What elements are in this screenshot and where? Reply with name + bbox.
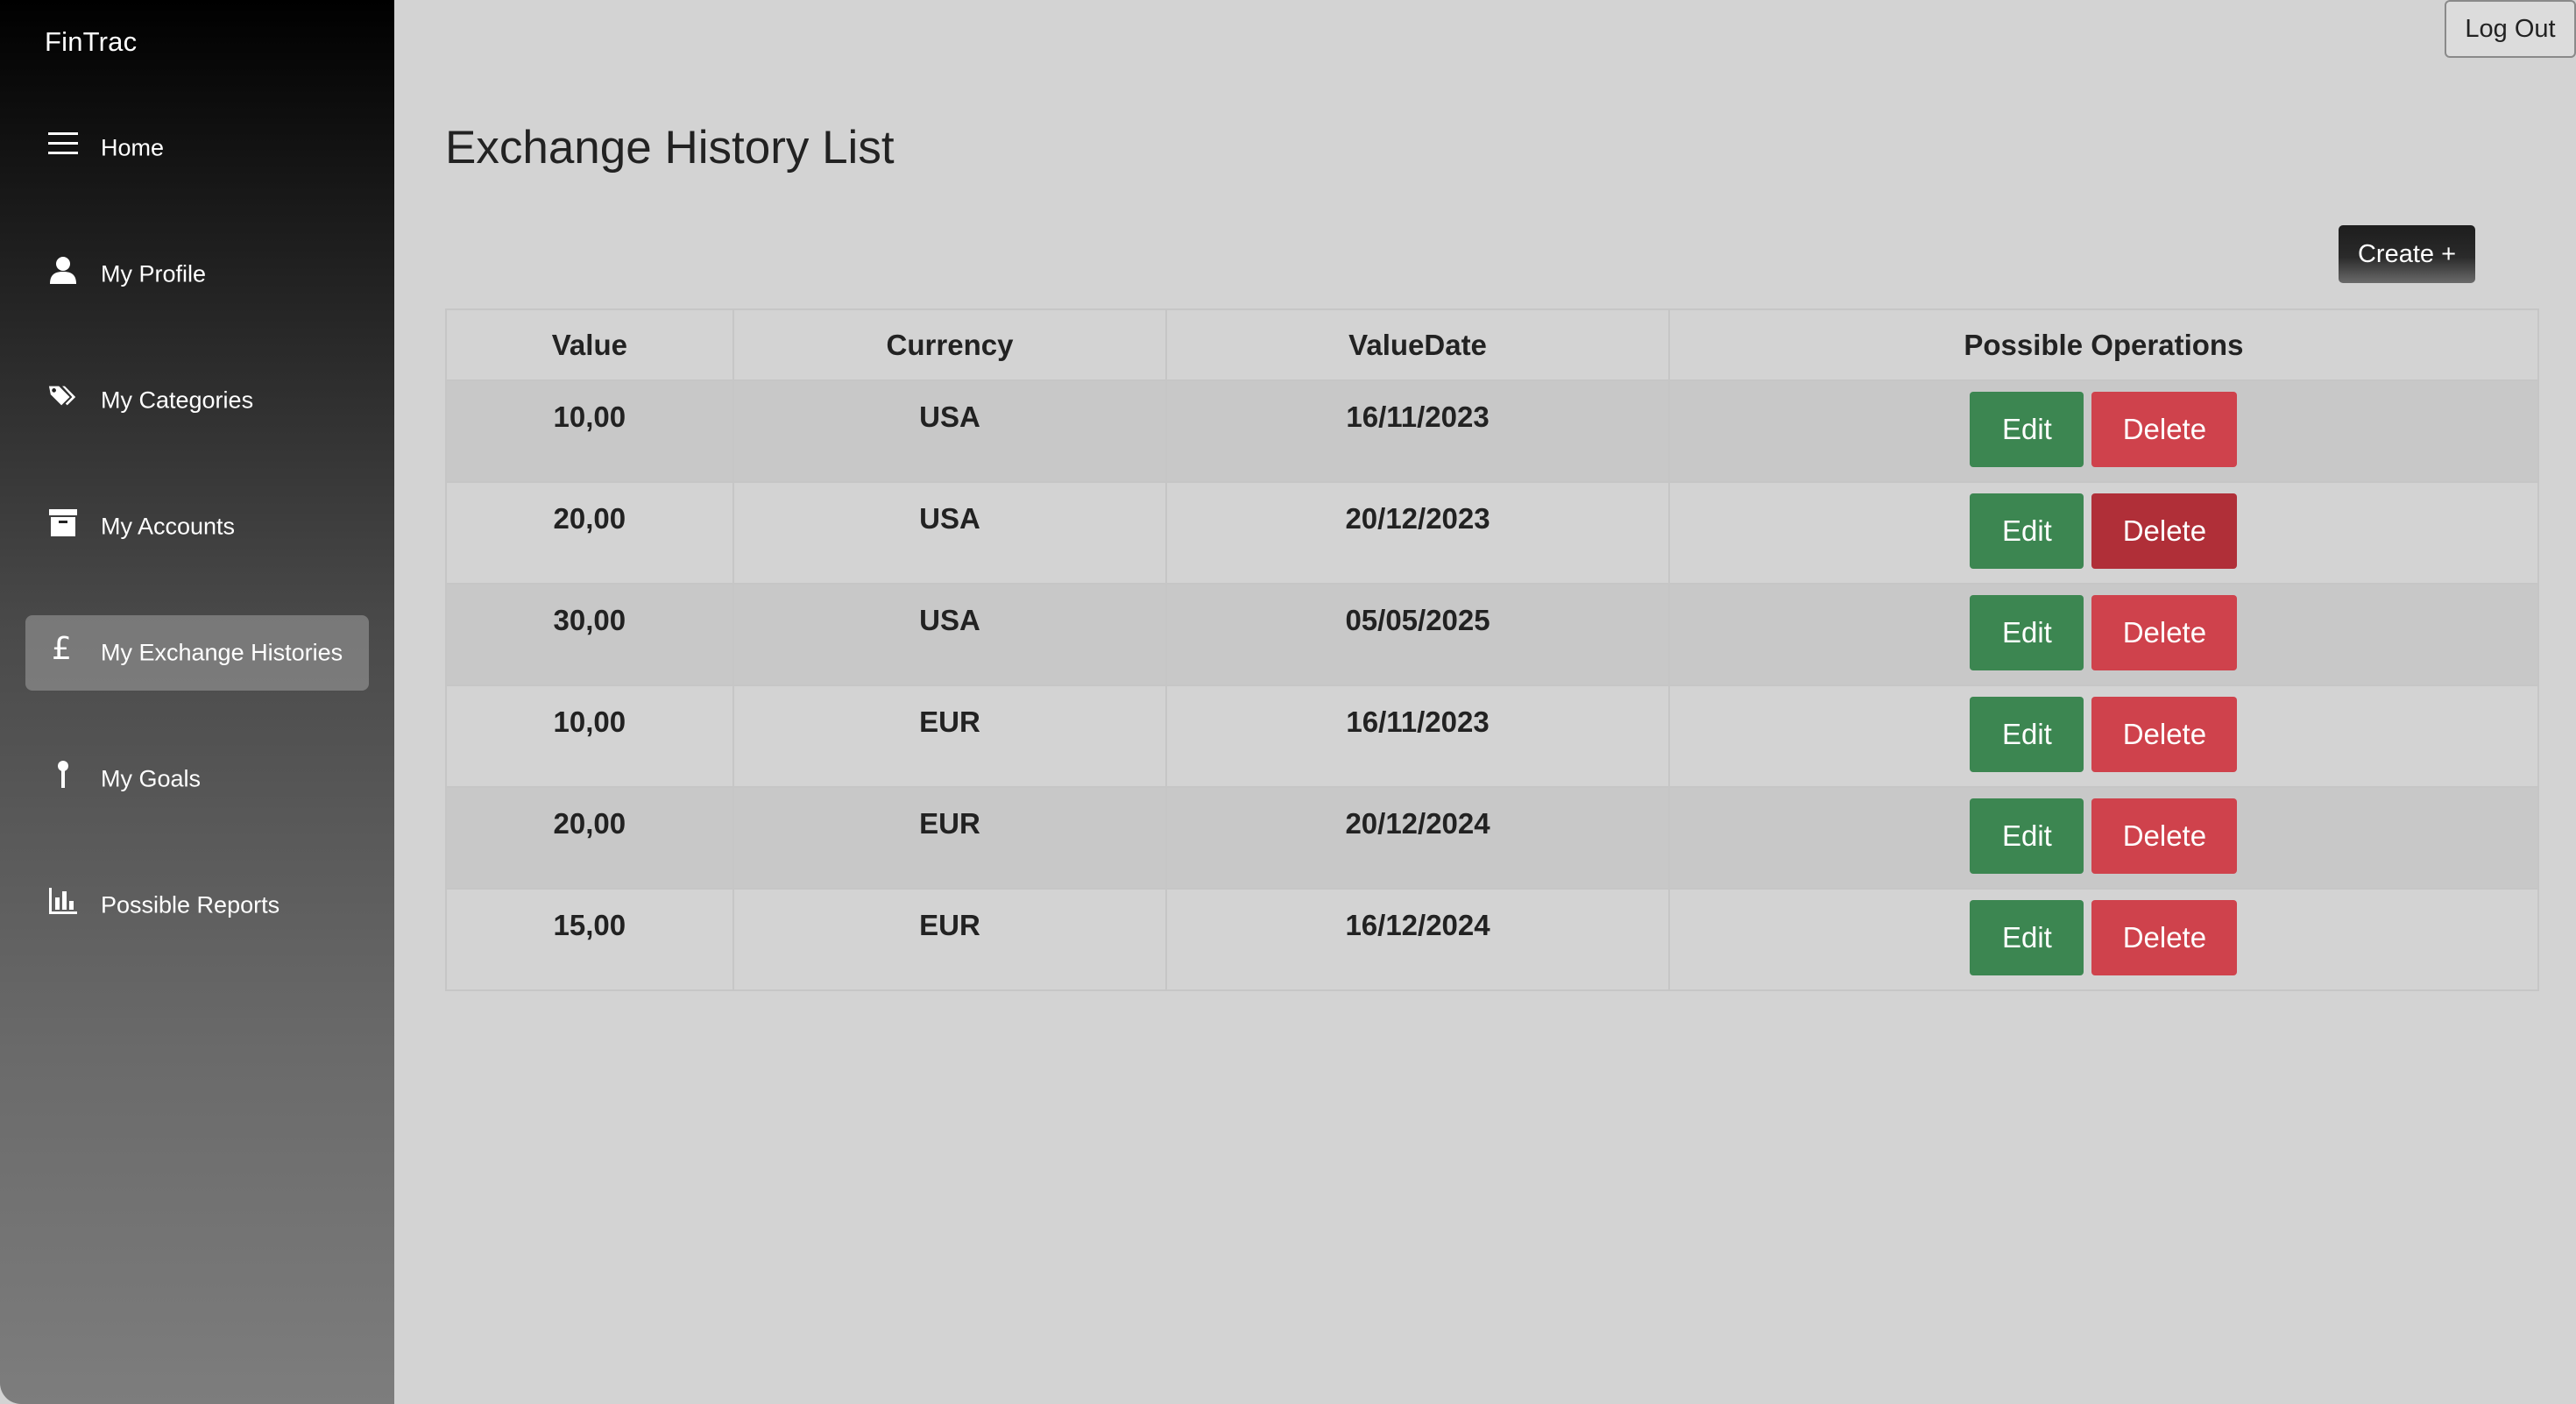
sidebar-item-label: My Accounts (101, 513, 236, 540)
sidebar-item-my-profile[interactable]: My Profile (25, 237, 369, 312)
delete-button[interactable]: Delete (2091, 493, 2238, 569)
sidebar-item-home[interactable]: Home (25, 110, 369, 186)
sidebar-item-my-exchange-histories[interactable]: £ My Exchange Histories (25, 615, 369, 691)
table-row: 10,00 USA 16/11/2023 Edit Delete (445, 379, 2540, 483)
cell-operations: Edit Delete (1667, 684, 2540, 788)
table-row: 20,00 USA 20/12/2023 Edit Delete (445, 481, 2540, 585)
cell-currency: USA (732, 583, 1168, 686)
cell-value: 10,00 (445, 684, 734, 788)
sidebar-item-label: My Exchange Histories (101, 639, 343, 666)
cell-currency: USA (732, 481, 1168, 585)
table-row: 30,00 USA 05/05/2025 Edit Delete (445, 583, 2540, 686)
cell-currency: EUR (732, 786, 1168, 890)
delete-button[interactable]: Delete (2091, 595, 2238, 670)
sidebar-item-label: Possible Reports (101, 891, 280, 918)
cell-value: 10,00 (445, 379, 734, 483)
cell-date: 16/12/2024 (1165, 888, 1670, 991)
cell-date: 20/12/2023 (1165, 481, 1670, 585)
table-row: 15,00 EUR 16/12/2024 Edit Delete (445, 888, 2540, 991)
delete-button[interactable]: Delete (2091, 900, 2238, 975)
sidebar-item-label: Home (101, 134, 165, 161)
cell-value: 30,00 (445, 583, 734, 686)
cell-value: 20,00 (445, 786, 734, 890)
edit-button[interactable]: Edit (1970, 697, 2084, 772)
create-button[interactable]: Create + (2339, 225, 2475, 283)
sidebar-item-my-accounts[interactable]: My Accounts (25, 489, 369, 564)
sidebar-item-my-goals[interactable]: My Goals (25, 741, 369, 817)
column-header-value: Value (445, 308, 734, 381)
cell-currency: EUR (732, 888, 1168, 991)
pound-icon: £ (48, 633, 78, 664)
sidebar-item-possible-reports[interactable]: Possible Reports (25, 868, 369, 943)
cell-operations: Edit Delete (1667, 379, 2540, 483)
cell-currency: USA (732, 379, 1168, 483)
edit-button[interactable]: Edit (1970, 493, 2084, 569)
cell-value: 20,00 (445, 481, 734, 585)
cell-date: 05/05/2025 (1165, 583, 1670, 686)
cell-operations: Edit Delete (1667, 786, 2540, 890)
table-row: 20,00 EUR 20/12/2024 Edit Delete (445, 786, 2540, 890)
archive-icon (48, 507, 78, 537)
brand-logo[interactable]: FinTrac (45, 26, 137, 58)
menu-icon (48, 129, 78, 159)
page-title: Exchange History List (445, 122, 895, 174)
edit-button[interactable]: Edit (1970, 595, 2084, 670)
tags-icon (48, 381, 78, 411)
column-header-valuedate: ValueDate (1165, 308, 1670, 381)
column-header-operations: Possible Operations (1667, 308, 2540, 381)
sidebar-item-my-categories[interactable]: My Categories (25, 363, 369, 438)
cell-date: 20/12/2024 (1165, 786, 1670, 890)
edit-button[interactable]: Edit (1970, 798, 2084, 874)
delete-button[interactable]: Delete (2091, 392, 2238, 467)
cell-value: 15,00 (445, 888, 734, 991)
bar-chart-icon (48, 886, 78, 916)
cell-operations: Edit Delete (1667, 481, 2540, 585)
sidebar-item-label: My Profile (101, 260, 207, 287)
edit-button[interactable]: Edit (1970, 900, 2084, 975)
column-header-currency: Currency (732, 308, 1168, 381)
cell-currency: EUR (732, 684, 1168, 788)
svg-text:£: £ (52, 633, 72, 664)
user-icon (48, 255, 78, 285)
table-header-row: Value Currency ValueDate Possible Operat… (445, 308, 2540, 381)
edit-button[interactable]: Edit (1970, 392, 2084, 467)
sidebar-item-label: My Goals (101, 765, 202, 792)
cell-operations: Edit Delete (1667, 888, 2540, 991)
pin-icon (48, 760, 78, 790)
sidebar: FinTrac Home My Profile My Categories My… (0, 0, 394, 1404)
cell-date: 16/11/2023 (1165, 379, 1670, 483)
delete-button[interactable]: Delete (2091, 697, 2238, 772)
table-row: 10,00 EUR 16/11/2023 Edit Delete (445, 684, 2540, 788)
exchange-history-table: Value Currency ValueDate Possible Operat… (445, 308, 2540, 991)
sidebar-item-label: My Categories (101, 386, 254, 414)
cell-date: 16/11/2023 (1165, 684, 1670, 788)
logout-button[interactable]: Log Out (2445, 0, 2576, 58)
delete-button[interactable]: Delete (2091, 798, 2238, 874)
cell-operations: Edit Delete (1667, 583, 2540, 686)
